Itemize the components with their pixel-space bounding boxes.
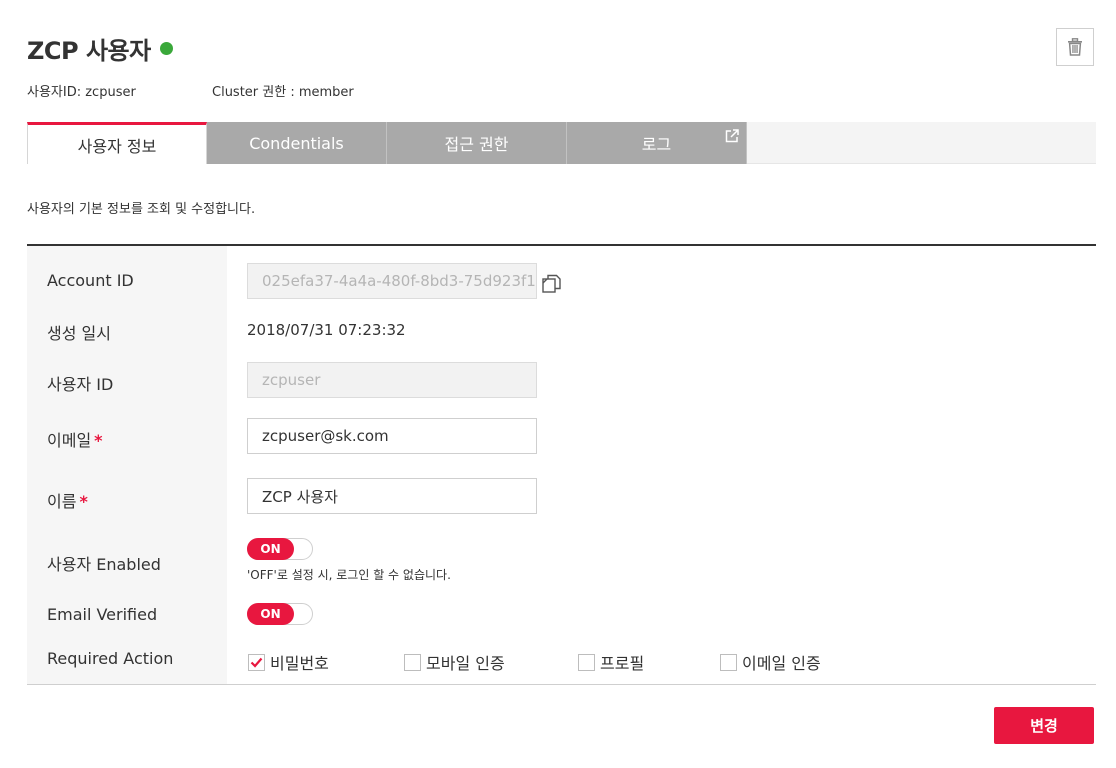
username-label: 사용자 ID	[47, 375, 114, 394]
trash-icon	[1068, 38, 1082, 56]
account-id-field: 025efa37-4a4a-480f-8bd3-75d923f14c	[247, 263, 537, 299]
check-icon	[250, 657, 263, 668]
checkbox-box	[248, 653, 265, 671]
enabled-toggle[interactable]: ON	[247, 538, 313, 560]
email-label: 이메일 *	[47, 427, 103, 451]
checkbox-label: 프로필	[600, 654, 645, 673]
required-mark: *	[94, 431, 103, 450]
user-id-meta: 사용자ID: zcpuser	[27, 85, 136, 100]
username-field: zcpuser	[247, 362, 537, 398]
email-verified-label: Email Verified	[47, 605, 158, 624]
tab-label: 로그	[641, 135, 672, 154]
change-button[interactable]: 변경	[994, 707, 1094, 744]
checkbox-label: 모바일 인증	[426, 654, 505, 673]
tab-credentials[interactable]: Condentials	[207, 122, 387, 164]
checkbox-mobile-auth[interactable]: 모바일 인증	[404, 650, 505, 674]
tab-user-info[interactable]: 사용자 정보	[27, 122, 207, 164]
email-label-text: 이메일	[47, 431, 92, 450]
checkbox-box	[404, 653, 421, 671]
enabled-hint: 'OFF'로 설정 시, 로그인 할 수 없습니다.	[247, 568, 451, 582]
checkbox-profile[interactable]: 프로필	[578, 650, 644, 674]
checkbox-label: 이메일 인증	[742, 654, 821, 673]
checkbox-password[interactable]: 비밀번호	[248, 650, 329, 674]
name-field[interactable]: ZCP 사용자	[247, 478, 537, 514]
created-at-label: 생성 일시	[47, 324, 111, 343]
toggle-on-label: ON	[247, 603, 294, 625]
checkbox-box	[578, 653, 595, 671]
tab-label: 접근 권한	[444, 135, 509, 154]
page-title: ZCP 사용자	[27, 31, 173, 66]
account-id-label: Account ID	[47, 271, 134, 290]
cluster-role-meta: Cluster 권한 : member	[212, 85, 354, 100]
tab-label: 사용자 정보	[77, 136, 157, 156]
external-link-icon	[725, 129, 739, 143]
enabled-label: 사용자 Enabled	[47, 555, 161, 574]
checkbox-email-auth[interactable]: 이메일 인증	[720, 650, 821, 674]
checkbox-box	[720, 653, 737, 671]
form-divider	[27, 684, 1096, 685]
page-description: 사용자의 기본 정보를 조회 및 수정합니다.	[27, 202, 256, 217]
copy-icon	[542, 274, 561, 293]
checkbox-label: 비밀번호	[270, 654, 329, 673]
copy-button[interactable]	[541, 272, 565, 296]
status-indicator	[159, 42, 173, 55]
required-action-label: Required Action	[47, 649, 174, 668]
created-at-value: 2018/07/31 07:23:32	[247, 321, 406, 339]
name-label: 이름 *	[47, 488, 88, 512]
name-label-text: 이름	[47, 492, 77, 511]
tab-access-rights[interactable]: 접근 권한	[387, 122, 567, 164]
delete-button[interactable]	[1056, 28, 1094, 66]
tab-label: Condentials	[249, 133, 344, 153]
page-title-text: ZCP 사용자	[27, 37, 151, 65]
toggle-on-label: ON	[247, 538, 294, 560]
email-verified-toggle[interactable]: ON	[247, 603, 313, 625]
tab-log[interactable]: 로그	[567, 122, 747, 164]
required-mark: *	[79, 492, 88, 511]
email-field[interactable]: zcpuser@sk.com	[247, 418, 537, 454]
